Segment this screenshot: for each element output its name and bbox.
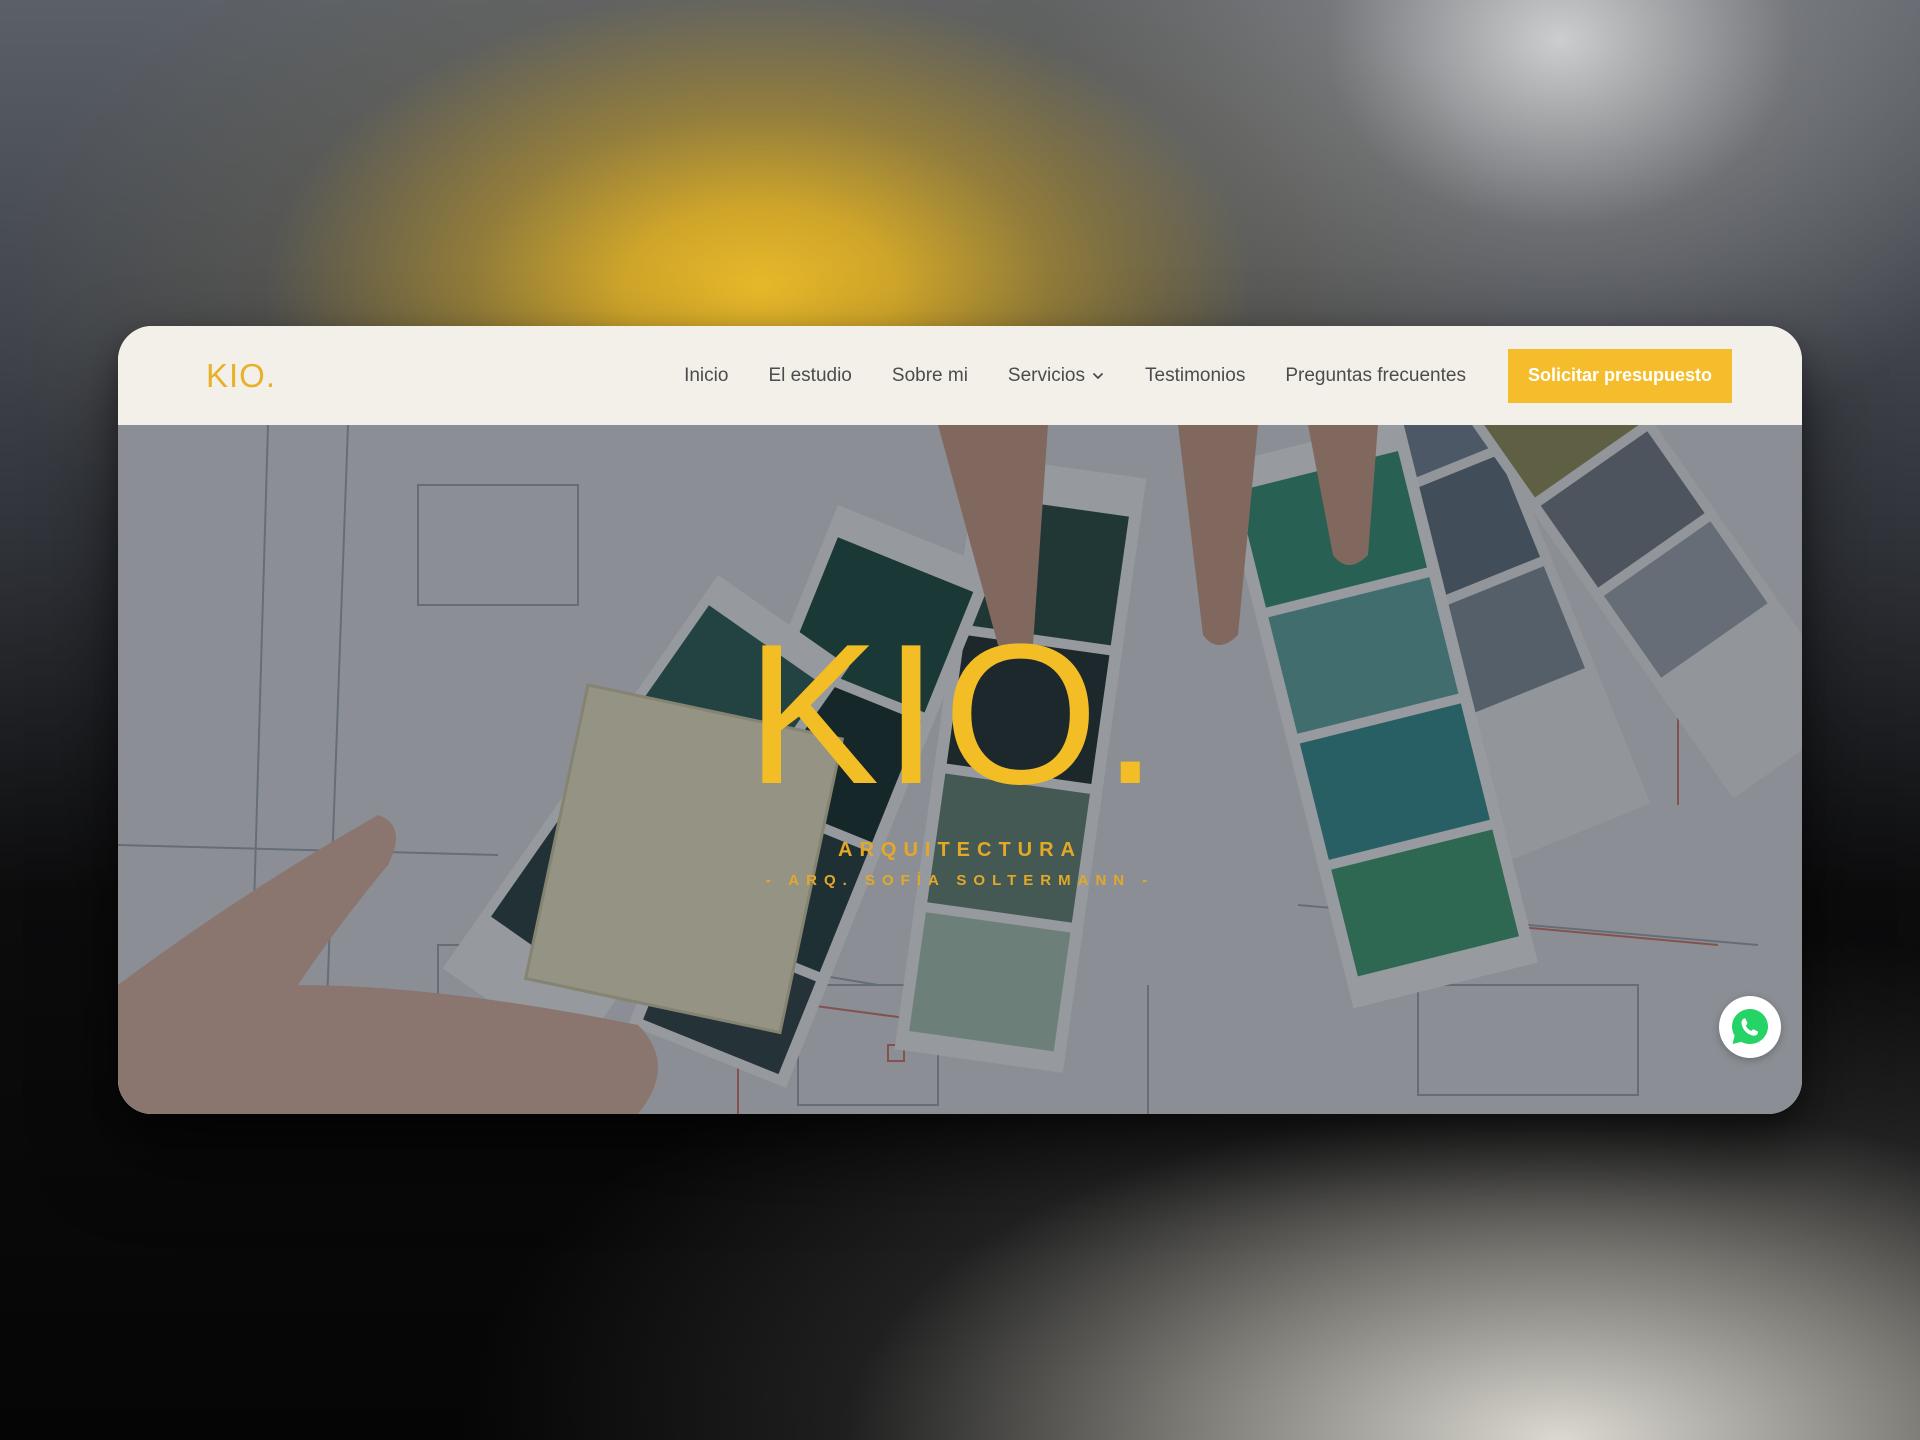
hero-section: KIO. ARQUITECTURA - ARQ. SOFÍA SOLTERMAN… <box>118 425 1802 1114</box>
whatsapp-button[interactable] <box>1719 996 1781 1058</box>
nav-links: Inicio El estudio Sobre mi Servicios Tes… <box>684 365 1466 387</box>
website-window: KIO. Inicio El estudio Sobre mi Servicio… <box>118 326 1802 1114</box>
nav-link-sobre-mi[interactable]: Sobre mi <box>892 365 968 387</box>
hero-tagline: - ARQ. SOFÍA SOLTERMANN - <box>765 872 1155 889</box>
request-quote-button[interactable]: Solicitar presupuesto <box>1507 348 1732 403</box>
hero-subtitle: ARQUITECTURA <box>838 839 1082 861</box>
whatsapp-icon <box>1732 1009 1768 1044</box>
nav-link-testimonios[interactable]: Testimonios <box>1145 365 1245 387</box>
navbar: KIO. Inicio El estudio Sobre mi Servicio… <box>118 326 1802 425</box>
nav-link-el-estudio[interactable]: El estudio <box>768 365 851 387</box>
chevron-down-icon <box>1093 372 1103 379</box>
nav-link-preguntas-frecuentes[interactable]: Preguntas frecuentes <box>1285 365 1466 387</box>
nav-link-servicios[interactable]: Servicios <box>1008 365 1105 387</box>
hero-content: KIO. ARQUITECTURA - ARQ. SOFÍA SOLTERMAN… <box>118 425 1802 1114</box>
nav-link-inicio[interactable]: Inicio <box>684 365 728 387</box>
nav-link-servicios-label: Servicios <box>1007 364 1085 386</box>
hero-title: KIO. <box>745 603 1163 826</box>
site-logo[interactable]: KIO. <box>206 357 276 395</box>
